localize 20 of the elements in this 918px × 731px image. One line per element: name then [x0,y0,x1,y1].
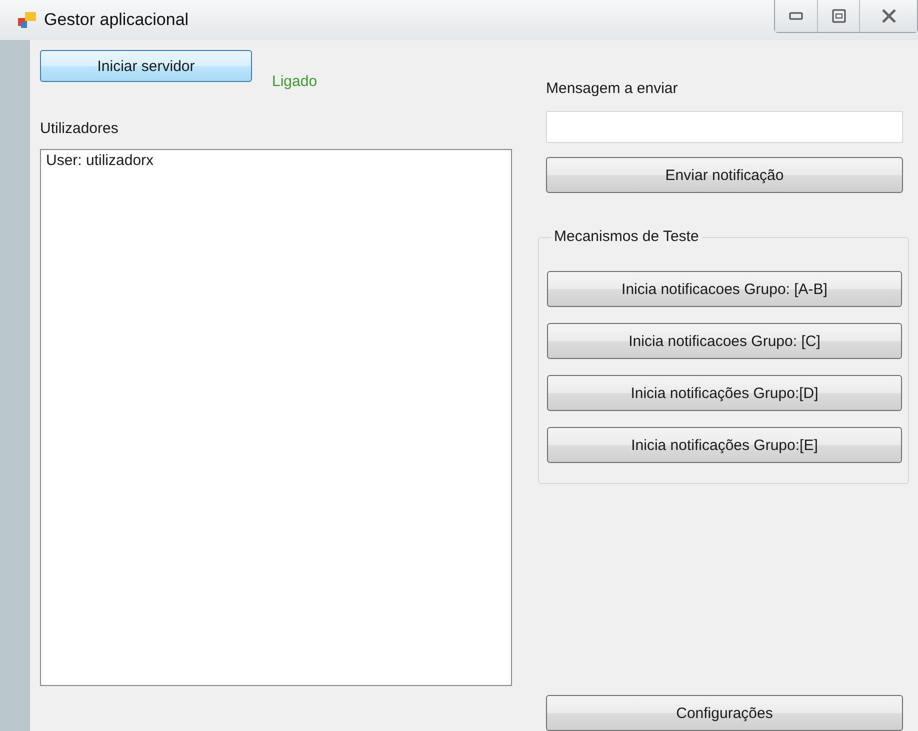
window-title: Gestor aplicacional [44,10,189,30]
minimize-icon [789,12,803,20]
test-notification-button[interactable]: Inicia notificacoes Grupo: [C] [547,323,902,359]
test-notification-button[interactable]: Inicia notificações Grupo:[D] [547,375,902,411]
message-label: Mensagem a enviar [546,80,678,97]
user-item[interactable]: User: utilizadorx [46,152,154,169]
app-icon [18,12,36,28]
maximize-button[interactable] [817,0,859,32]
maximize-icon [832,9,846,23]
send-notification-button[interactable]: Enviar notificação [546,157,903,193]
close-icon [880,9,896,23]
users-label: Utilizadores [40,120,118,137]
close-button[interactable] [859,0,917,32]
test-notification-button[interactable]: Inicia notificações Grupo:[E] [547,427,902,463]
server-status: Ligado [272,73,318,90]
message-field[interactable] [546,111,903,143]
users-list[interactable]: User: utilizadorx [40,149,512,686]
start-server-button[interactable]: Iniciar servidor [40,50,252,82]
settings-button[interactable]: Configurações [546,695,903,731]
test-notification-button[interactable]: Inicia notificacoes Grupo: [A-B] [547,271,902,307]
